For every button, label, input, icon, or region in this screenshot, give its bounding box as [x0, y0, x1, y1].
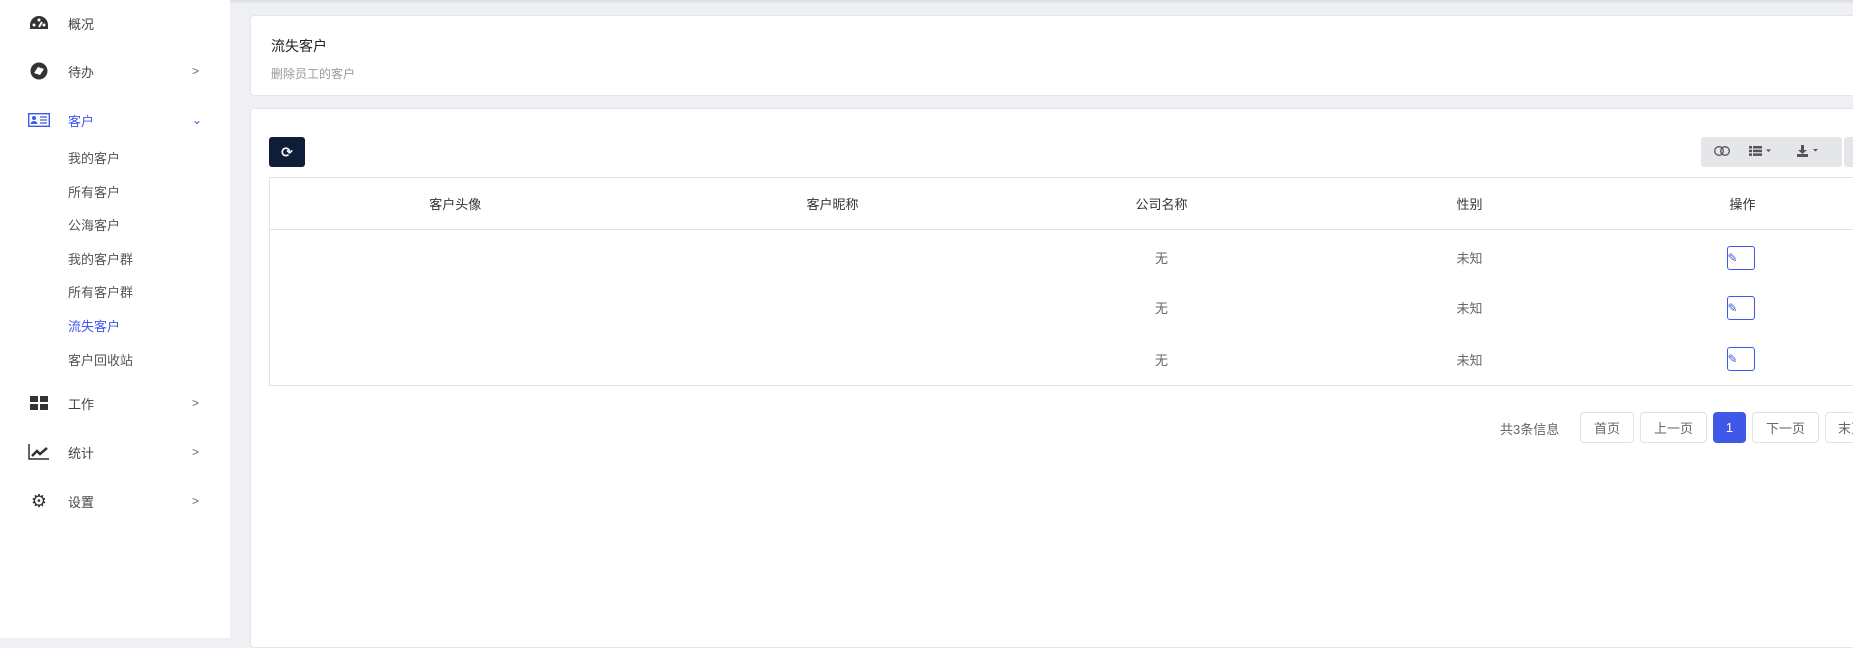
sidebar-sub-all-groups[interactable]: 所有客户群: [68, 282, 133, 301]
column-header: 性别: [1299, 178, 1643, 230]
grid-icon: [28, 394, 50, 412]
column-header: 客户昵称: [641, 178, 1025, 230]
chevron-right-icon: >: [192, 494, 199, 508]
page-subtitle: 删除员工的客户: [271, 65, 355, 82]
table-row: 无未知 ✎: [270, 230, 1853, 282]
table-toolbar: [1701, 137, 1842, 167]
chevron-down-icon: ⌄: [192, 113, 202, 127]
top-shadow: [0, 0, 1853, 4]
pagination-info: 共3条信息: [1500, 419, 1559, 438]
sidebar-sub-lost-customers[interactable]: 流失客户: [68, 316, 120, 335]
customer-table: 客户头像 客户昵称 公司名称 性别 操作 无未知 ✎ 无未知 ✎ 无未知 ✎: [269, 177, 1853, 386]
sidebar-sub-my-groups[interactable]: 我的客户群: [68, 249, 133, 268]
sidebar-sub-my-customers[interactable]: 我的客户: [68, 148, 120, 167]
column-header: 操作: [1643, 178, 1853, 230]
compass-icon: [28, 62, 50, 80]
refresh-icon: ⟳: [281, 144, 293, 161]
columns-dropdown[interactable]: [1749, 145, 1775, 159]
toggle-view-icon[interactable]: [1713, 145, 1731, 159]
refresh-button[interactable]: ⟳: [269, 137, 305, 167]
first-page-button[interactable]: 首页: [1580, 412, 1634, 443]
sidebar-sub-public-customers[interactable]: 公海客户: [68, 215, 120, 234]
sidebar-item-work[interactable]: 工作 >: [0, 391, 230, 415]
page-header: 流失客户 删除员工的客户: [250, 15, 1853, 96]
sidebar-item-todo[interactable]: 待办 >: [0, 59, 230, 83]
sidebar-item-settings[interactable]: ⚙ 设置 >: [0, 489, 230, 513]
edit-button[interactable]: ✎: [1727, 296, 1755, 320]
toolbar-extra-button[interactable]: [1844, 137, 1853, 167]
table-row: 无未知 ✎: [270, 282, 1853, 334]
sidebar-sub-recycle-bin[interactable]: 客户回收站: [68, 350, 133, 369]
sidebar: 概况 待办 > 客户 ⌄ 我的客户 所有客户 公海客户 我的客户群 所有客户群 …: [0, 0, 230, 638]
export-dropdown[interactable]: [1797, 145, 1823, 160]
chevron-right-icon: >: [192, 396, 199, 410]
line-chart-icon: [28, 443, 50, 461]
dashboard-icon: [28, 14, 50, 32]
chevron-right-icon: >: [192, 445, 199, 459]
page-1-button[interactable]: 1: [1713, 412, 1746, 443]
chevron-right-icon: >: [192, 64, 199, 78]
page-title: 流失客户: [271, 36, 327, 56]
edit-button[interactable]: ✎: [1727, 246, 1755, 270]
column-header: 客户头像: [270, 178, 641, 230]
sidebar-sub-all-customers[interactable]: 所有客户: [68, 182, 120, 201]
sidebar-item-customers[interactable]: 客户 ⌄: [0, 108, 230, 132]
column-header: 公司名称: [1025, 178, 1299, 230]
id-card-icon: [28, 111, 50, 129]
sidebar-item-stats[interactable]: 统计 >: [0, 440, 230, 464]
prev-page-button[interactable]: 上一页: [1640, 412, 1707, 443]
sidebar-item-overview[interactable]: 概况: [0, 11, 230, 35]
edit-button[interactable]: ✎: [1727, 347, 1755, 371]
last-page-button[interactable]: 末页: [1825, 412, 1853, 443]
table-row: 无未知 ✎: [270, 334, 1853, 386]
gear-icon: ⚙: [28, 492, 50, 510]
next-page-button[interactable]: 下一页: [1752, 412, 1819, 443]
table-header-row: 客户头像 客户昵称 公司名称 性别 操作: [270, 178, 1853, 230]
